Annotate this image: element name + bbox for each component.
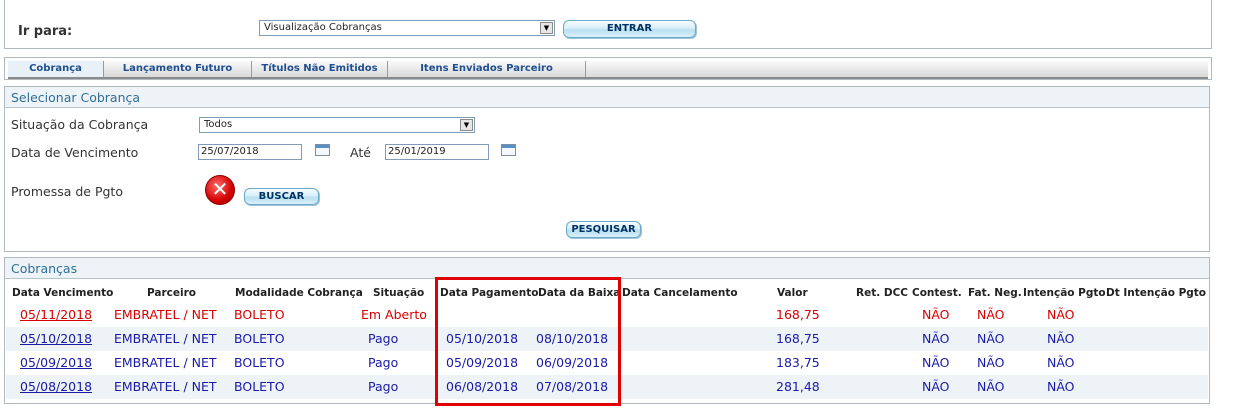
parceiro-cell: EMBRATEL / NET xyxy=(114,379,217,394)
intencao-cell: NÃO xyxy=(1047,355,1075,370)
parceiro-cell: EMBRATEL / NET xyxy=(114,355,217,370)
filter-section-title: Selecionar Cobrança xyxy=(5,87,1209,108)
date-to-field[interactable]: 25/01/2019 xyxy=(385,144,489,160)
calendar-icon[interactable] xyxy=(315,144,330,156)
fat-neg-cell: NÃO xyxy=(977,355,1005,370)
calendar-icon[interactable] xyxy=(501,144,516,156)
valor-cell: 168,75 xyxy=(776,331,820,346)
column-header: Situação xyxy=(373,287,425,299)
situacao-cell: Em Aberto xyxy=(361,307,427,322)
promessa-label: Promessa de Pgto xyxy=(11,184,123,199)
chevron-down-icon: ▼ xyxy=(460,119,473,131)
contest-cell: NÃO xyxy=(922,379,950,394)
intencao-cell: NÃO xyxy=(1047,331,1075,346)
goto-label: Ir para: xyxy=(18,24,73,39)
vencimento-link[interactable]: 05/08/2018 xyxy=(20,375,92,399)
column-header: Data Vencimento xyxy=(12,287,114,299)
goto-select-value: Visualização Cobranças xyxy=(264,22,382,33)
pesquisar-button[interactable]: PESQUISAR xyxy=(566,221,641,238)
contest-cell: NÃO xyxy=(922,355,950,370)
situacao-cell: Pago xyxy=(368,331,399,346)
vencimento-link[interactable]: 05/09/2018 xyxy=(20,351,92,375)
enter-button[interactable]: ENTRAR xyxy=(563,20,696,38)
tab-itens-enviados-parceiro[interactable]: Itens Enviados Parceiro xyxy=(388,61,586,77)
column-header: Contest. xyxy=(912,287,962,299)
tab-titulos-nao-emitidos[interactable]: Títulos Não Emitidos xyxy=(252,61,388,77)
vencimento-link[interactable]: 05/11/2018 xyxy=(20,303,92,327)
vencimento-label: Data de Vencimento xyxy=(11,145,139,160)
fat-neg-cell: NÃO xyxy=(977,379,1005,394)
situacao-cell: Pago xyxy=(368,379,399,394)
vencimento-link[interactable]: 05/10/2018 xyxy=(20,327,92,351)
valor-cell: 183,75 xyxy=(776,355,820,370)
intencao-cell: NÃO xyxy=(1047,379,1075,394)
situacao-label: Situação da Cobrança xyxy=(11,117,149,132)
column-header: Ret. DCC xyxy=(856,287,908,299)
column-header: Fat. Neg. xyxy=(968,287,1022,299)
contest-cell: NÃO xyxy=(922,307,950,322)
column-header: Modalidade Cobrança xyxy=(235,287,363,299)
contest-cell: NÃO xyxy=(922,331,950,346)
modalidade-cell: BOLETO xyxy=(234,355,285,370)
highlight-box xyxy=(435,277,621,406)
close-icon: ✕ xyxy=(205,175,235,205)
tab-cobranca[interactable]: Cobrança xyxy=(8,61,104,77)
ate-label: Até xyxy=(350,145,371,160)
fat-neg-cell: NÃO xyxy=(977,331,1005,346)
chevron-down-icon: ▼ xyxy=(540,22,553,34)
column-header: Intenção Pgto xyxy=(1023,287,1106,299)
tab-bar: Cobrança Lançamento Futuro Títulos Não E… xyxy=(8,61,1208,79)
fat-neg-cell: NÃO xyxy=(977,307,1005,322)
column-header: Data Cancelamento xyxy=(622,287,738,299)
modalidade-cell: BOLETO xyxy=(234,307,285,322)
column-header: Parceiro xyxy=(147,287,197,299)
column-header: Valor xyxy=(777,287,808,299)
modalidade-cell: BOLETO xyxy=(234,331,285,346)
valor-cell: 281,48 xyxy=(776,379,820,394)
column-header: Dt Intenção Pgto xyxy=(1106,287,1207,299)
tabs-container: Cobrança Lançamento Futuro Títulos Não E… xyxy=(4,57,1212,80)
parceiro-cell: EMBRATEL / NET xyxy=(114,331,217,346)
situacao-cell: Pago xyxy=(368,355,399,370)
parceiro-cell: EMBRATEL / NET xyxy=(114,307,217,322)
results-section-title: Cobranças xyxy=(5,258,1209,279)
valor-cell: 168,75 xyxy=(776,307,820,322)
tab-lancamento-futuro[interactable]: Lançamento Futuro xyxy=(104,61,252,77)
intencao-cell: NÃO xyxy=(1047,307,1075,322)
goto-select[interactable]: Visualização Cobranças ▼ xyxy=(259,20,555,36)
modalidade-cell: BOLETO xyxy=(234,379,285,394)
situacao-select[interactable]: Todos ▼ xyxy=(199,117,475,133)
date-from-field[interactable]: 25/07/2018 xyxy=(198,144,302,160)
situacao-select-value: Todos xyxy=(204,119,233,130)
buscar-button[interactable]: BUSCAR xyxy=(244,188,319,205)
